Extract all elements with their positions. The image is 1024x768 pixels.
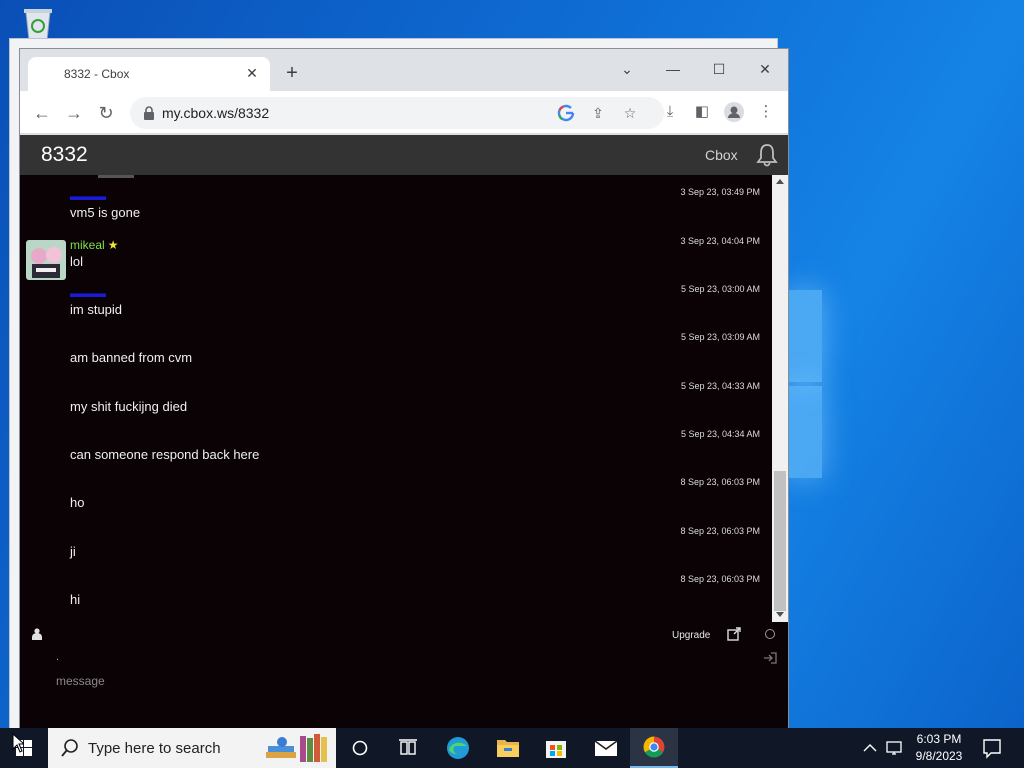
search-highlight-books-icon: [266, 734, 327, 762]
url-text: my.cbox.ws/8332: [162, 105, 270, 121]
message-timestamp: 5 Sep 23, 04:34 AM: [680, 429, 760, 439]
download-icon[interactable]: ⤓: [659, 101, 681, 123]
browser-toolbar: ← → ↻ my.cbox.ws/8332 ⇪ ☆ ⤓ ◧ ⋮: [20, 91, 788, 134]
recycle-bin-icon[interactable]: [18, 6, 58, 42]
message-item: mikeal ★ lol 3 Sep 23, 04:04 PM: [20, 234, 772, 282]
system-clock[interactable]: 6:03 PM 9/8/2023: [906, 731, 972, 765]
maximize-icon[interactable]: ☐: [696, 55, 742, 83]
message-item: ho 8 Sep 23, 06:03 PM: [20, 475, 772, 523]
upgrade-link[interactable]: Upgrade: [672, 630, 710, 641]
message-item: am banned from cvm 5 Sep 23, 03:09 AM: [20, 330, 772, 378]
message-timestamp: 3 Sep 23, 03:49 PM: [680, 187, 760, 197]
new-tab-icon[interactable]: +: [282, 63, 302, 83]
windows-wallpaper-logo: [788, 290, 824, 480]
search-placeholder: Type here to search: [88, 740, 221, 757]
message-text: hi: [70, 592, 81, 607]
message-timestamp: 5 Sep 23, 03:09 AM: [680, 332, 760, 342]
message-item: ▬▬▬ im stupid 5 Sep 23, 03:00 AM: [20, 282, 772, 330]
message-text: lol: [70, 254, 84, 269]
chat-input-area: Upgrade: [20, 622, 788, 733]
message-timestamp: 5 Sep 23, 04:33 AM: [680, 381, 760, 391]
bell-icon[interactable]: [755, 143, 779, 167]
message-text: vm5 is gone: [70, 205, 141, 220]
profile-avatar-icon[interactable]: [723, 101, 745, 123]
file-explorer-icon[interactable]: [484, 728, 532, 768]
mouse-cursor-icon: [12, 733, 24, 753]
cortana-icon[interactable]: [336, 728, 384, 768]
taskbar-search[interactable]: Type here to search: [48, 728, 336, 768]
message-item: my shit fuckijng died 5 Sep 23, 04:33 AM: [20, 379, 772, 427]
windows-start-icon[interactable]: [0, 728, 48, 768]
chrome-taskbar-icon[interactable]: [630, 728, 678, 768]
chrome-menu-icon[interactable]: ⋮: [755, 101, 777, 123]
message-timestamp: 8 Sep 23, 06:03 PM: [680, 574, 760, 584]
scroll-thumb[interactable]: [774, 471, 786, 611]
status-circle-icon[interactable]: [765, 629, 775, 639]
user-icon[interactable]: [32, 628, 42, 640]
room-title: 8332: [41, 143, 88, 166]
message-text: ho: [70, 495, 85, 510]
search-icon: [61, 739, 78, 757]
network-icon[interactable]: [884, 728, 906, 768]
lock-icon: [144, 106, 154, 120]
username-placeholder[interactable]: ▬▬▬: [70, 189, 106, 203]
taskbar: Type here to search 6:03 PM 9/8/2023: [0, 728, 1024, 768]
message-text: my shit fuckijng died: [70, 399, 188, 414]
task-view-icon[interactable]: [384, 728, 432, 768]
back-icon[interactable]: ←: [29, 100, 55, 126]
message-item: ▬▬▬ vm5 is gone 3 Sep 23, 03:49 PM: [20, 185, 772, 233]
close-window-icon[interactable]: ✕: [742, 55, 788, 83]
tray-expand-icon[interactable]: [860, 728, 880, 768]
clock-date: 9/8/2023: [915, 749, 963, 763]
store-icon[interactable]: [532, 728, 580, 768]
browser-tab[interactable]: 8332 - Cbox ✕: [28, 57, 270, 91]
notification-icon[interactable]: [980, 728, 1004, 768]
clock-time: 6:03 PM: [916, 732, 962, 746]
address-bar[interactable]: my.cbox.ws/8332 ⇪ ☆: [130, 97, 664, 129]
tab-title: 8332 - Cbox: [64, 67, 130, 81]
edge-icon[interactable]: [434, 728, 482, 768]
name-field[interactable]: [56, 649, 356, 665]
minimize-icon[interactable]: —: [650, 55, 696, 83]
message-text: am banned from cvm: [70, 350, 193, 365]
username-placeholder[interactable]: ▬▬▬: [70, 286, 106, 300]
scroll-up-icon[interactable]: [776, 179, 784, 184]
message-timestamp: 5 Sep 23, 03:00 AM: [680, 284, 760, 294]
cbox-header: 8332 Cbox: [20, 135, 788, 175]
external-link-icon[interactable]: [727, 627, 741, 641]
message-timestamp: 8 Sep 23, 06:03 PM: [680, 477, 760, 487]
forward-icon[interactable]: →: [61, 100, 87, 126]
prior-message-stub: [98, 175, 134, 178]
chat-scrollbar[interactable]: [772, 175, 788, 622]
username[interactable]: mikeal ★: [70, 238, 118, 252]
mail-icon[interactable]: [582, 728, 630, 768]
message-text: can someone respond back here: [70, 447, 260, 462]
login-icon[interactable]: [763, 652, 777, 664]
message-item: ji 8 Sep 23, 06:03 PM: [20, 524, 772, 572]
side-panel-icon[interactable]: ◧: [691, 101, 713, 123]
message-list: ▬▬▬ vm5 is gone 3 Sep 23, 03:49 PM mikea…: [20, 175, 772, 622]
tab-search-icon[interactable]: ⌄: [604, 55, 650, 83]
message-timestamp: 8 Sep 23, 06:03 PM: [680, 526, 760, 536]
scroll-down-icon[interactable]: [776, 612, 784, 617]
message-text: ji: [70, 544, 76, 559]
message-item: hi 8 Sep 23, 06:03 PM: [20, 572, 772, 620]
star-icon: ★: [107, 238, 119, 252]
username-text: mikeal: [70, 238, 105, 252]
message-input[interactable]: [56, 669, 736, 693]
message-timestamp: 3 Sep 23, 04:04 PM: [680, 236, 760, 246]
reload-icon[interactable]: ↻: [93, 100, 119, 126]
browser-window: 8332 - Cbox ✕ + ⌄ — ☐ ✕ ← → ↻ my.cbox.ws…: [19, 48, 789, 734]
user-avatar[interactable]: [26, 240, 66, 280]
share-icon[interactable]: ⇪: [588, 103, 608, 123]
bookmark-star-icon[interactable]: ☆: [620, 103, 640, 123]
cbox-chat: 8332 Cbox ▬▬▬ vm5 is gone 3 Sep 23, 03:4…: [20, 135, 788, 733]
tab-close-icon[interactable]: ✕: [244, 65, 260, 81]
cbox-link[interactable]: Cbox: [705, 147, 738, 163]
message-item: can someone respond back here 5 Sep 23, …: [20, 427, 772, 475]
tab-strip: 8332 - Cbox ✕ + ⌄ — ☐ ✕: [20, 49, 788, 91]
message-text: im stupid: [70, 302, 123, 317]
google-icon[interactable]: [556, 103, 576, 123]
